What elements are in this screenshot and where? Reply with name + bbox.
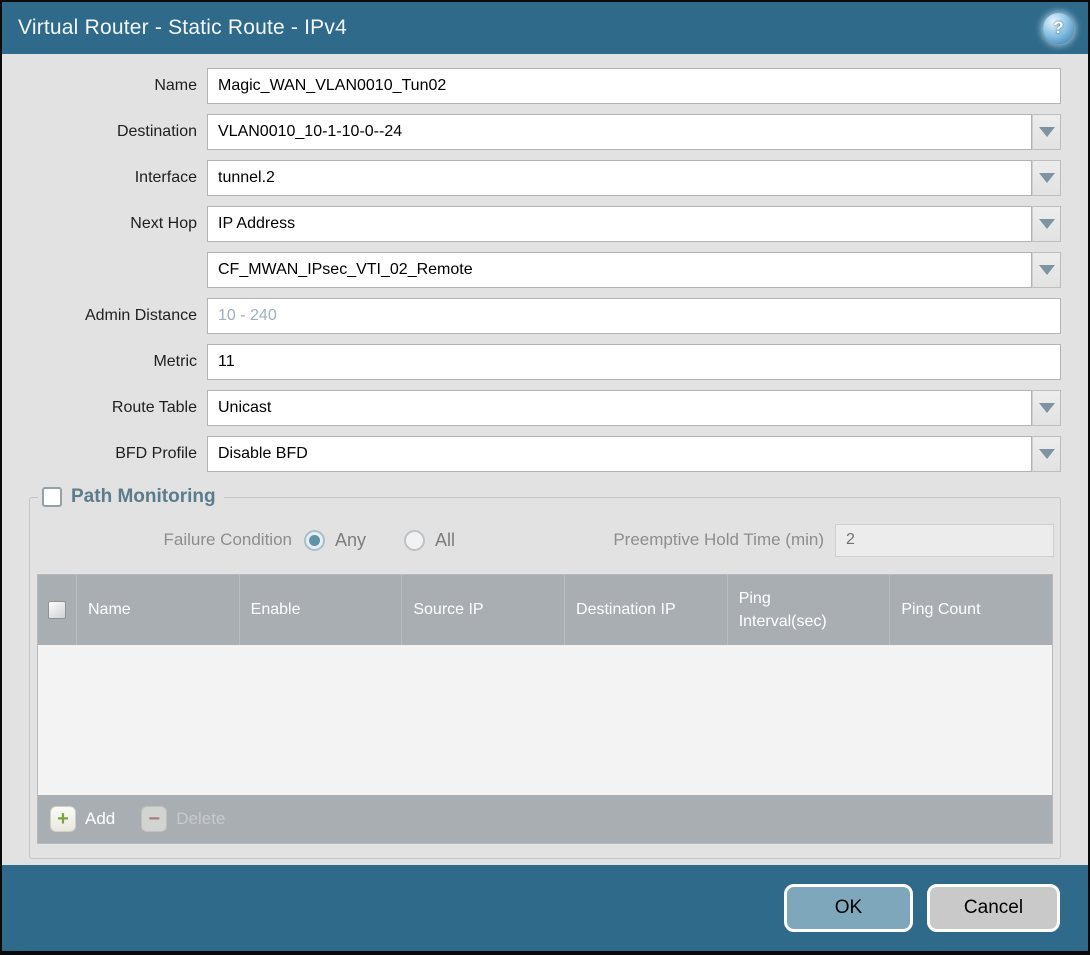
name-input[interactable] [207, 68, 1061, 104]
interface-label: Interface [29, 169, 207, 187]
destination-label: Destination [29, 123, 207, 141]
table-header-ping-count: Ping Count [889, 575, 1052, 645]
path-monitoring-title: Path Monitoring [71, 486, 216, 508]
failure-condition-any-label: Any [335, 530, 366, 551]
dialog-titlebar: Virtual Router - Static Route - IPv4 ? [2, 2, 1088, 54]
metric-input[interactable] [207, 344, 1061, 380]
destination-dropdown-button[interactable] [1032, 114, 1061, 150]
table-header-enable: Enable [239, 575, 402, 645]
table-header-destination-ip: Destination IP [564, 575, 727, 645]
chevron-down-icon [1039, 265, 1055, 275]
help-icon[interactable]: ? [1043, 13, 1074, 44]
path-monitoring-table: Name Enable Source IP Destination IP Pin… [37, 574, 1053, 844]
name-label: Name [29, 77, 207, 95]
interface-dropdown-button[interactable] [1032, 160, 1061, 196]
failure-condition-all-label: All [435, 530, 455, 551]
select-all-checkbox[interactable] [48, 601, 66, 619]
chevron-down-icon [1039, 219, 1055, 229]
failure-condition-all-radio[interactable] [404, 530, 425, 551]
dialog-body: Name Destination Interface Next Hop [2, 54, 1088, 865]
path-monitoring-legend: Path Monitoring [38, 486, 224, 508]
admin-distance-input[interactable] [207, 298, 1061, 334]
next-hop-label: Next Hop [29, 215, 207, 233]
preemptive-hold-time-input[interactable] [835, 524, 1054, 557]
admin-distance-label: Admin Distance [29, 307, 207, 325]
admin-distance-row: Admin Distance [29, 298, 1061, 334]
minus-icon: − [141, 806, 167, 832]
table-toolbar: + Add − Delete [38, 795, 1052, 843]
interface-row: Interface [29, 160, 1061, 196]
table-header-source-ip: Source IP [401, 575, 564, 645]
bfd-profile-label: BFD Profile [29, 445, 207, 463]
chevron-down-icon [1039, 403, 1055, 413]
chevron-down-icon [1039, 449, 1055, 459]
failure-condition-radio-group: Any All [304, 530, 483, 551]
bfd-profile-dropdown-button[interactable] [1032, 436, 1061, 472]
next-hop-row: Next Hop [29, 206, 1061, 242]
bfd-profile-input[interactable] [207, 436, 1032, 472]
add-button[interactable]: + Add [50, 806, 115, 832]
chevron-down-icon [1039, 127, 1055, 137]
route-table-dropdown-button[interactable] [1032, 390, 1061, 426]
interface-input[interactable] [207, 160, 1032, 196]
name-row: Name [29, 68, 1061, 104]
table-header-row: Name Enable Source IP Destination IP Pin… [38, 575, 1052, 645]
failure-condition-label: Failure Condition [36, 530, 304, 550]
table-header-checkbox-cell [38, 575, 76, 645]
route-table-row: Route Table [29, 390, 1061, 426]
next-hop-address-input[interactable] [207, 252, 1032, 288]
static-route-dialog: Virtual Router - Static Route - IPv4 ? N… [0, 0, 1090, 955]
table-body-empty [38, 645, 1052, 795]
dialog-footer: OK Cancel [2, 865, 1088, 951]
metric-label: Metric [29, 353, 207, 371]
bfd-profile-row: BFD Profile [29, 436, 1061, 472]
add-button-label: Add [85, 809, 115, 829]
next-hop-type-input[interactable] [207, 206, 1032, 242]
next-hop-address-dropdown-button[interactable] [1032, 252, 1061, 288]
path-monitoring-checkbox[interactable] [42, 487, 62, 507]
delete-button[interactable]: − Delete [141, 806, 225, 832]
route-table-input[interactable] [207, 390, 1032, 426]
failure-condition-any-radio[interactable] [304, 530, 325, 551]
destination-input[interactable] [207, 114, 1032, 150]
preemptive-hold-time-label: Preemptive Hold Time (min) [613, 530, 835, 550]
chevron-down-icon [1039, 173, 1055, 183]
plus-icon: + [50, 806, 76, 832]
dialog-title: Virtual Router - Static Route - IPv4 [18, 16, 347, 40]
path-monitoring-section: Path Monitoring Failure Condition Any Al… [29, 486, 1061, 859]
delete-button-label: Delete [176, 809, 225, 829]
ok-button[interactable]: OK [784, 884, 913, 932]
preemptive-hold-time-group: Preemptive Hold Time (min) [613, 524, 1054, 557]
table-header-name: Name [76, 575, 239, 645]
route-table-label: Route Table [29, 399, 207, 417]
table-header-ping-interval: Ping Interval(sec) [727, 575, 890, 645]
destination-row: Destination [29, 114, 1061, 150]
metric-row: Metric [29, 344, 1061, 380]
failure-condition-row: Failure Condition Any All Preemptive Hol… [36, 522, 1054, 558]
next-hop-address-row [29, 252, 1061, 288]
question-mark-glyph: ? [1053, 18, 1063, 38]
cancel-button[interactable]: Cancel [927, 884, 1060, 932]
next-hop-dropdown-button[interactable] [1032, 206, 1061, 242]
